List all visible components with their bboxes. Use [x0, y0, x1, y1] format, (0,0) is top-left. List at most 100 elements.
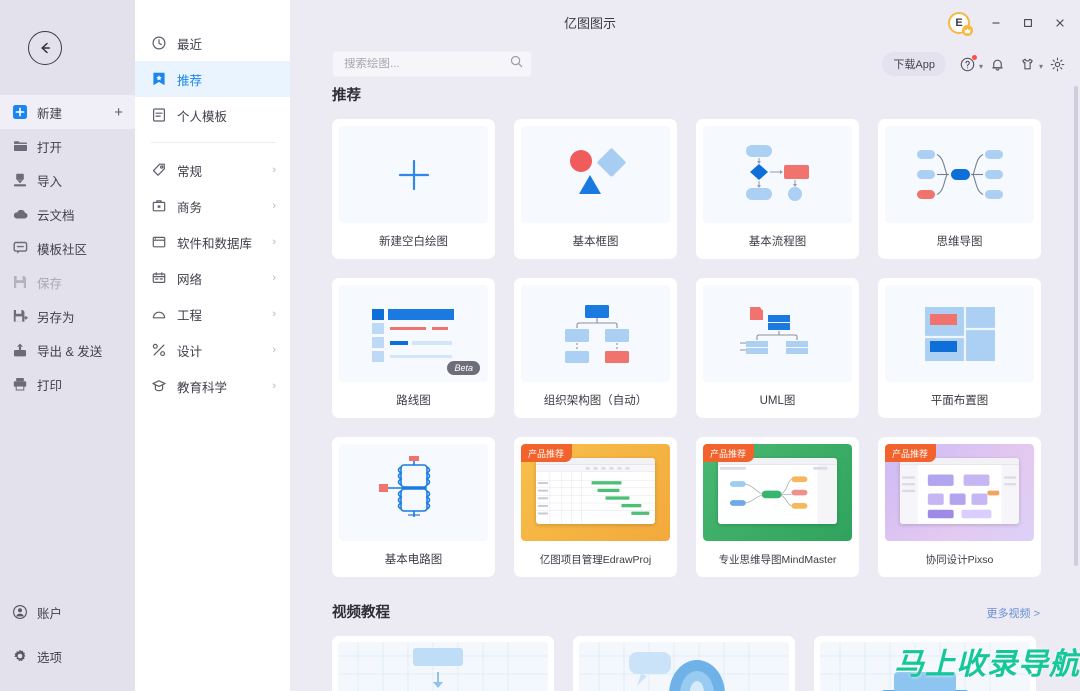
sidebar-item-options[interactable]: 选项 [0, 639, 135, 673]
vertical-scrollbar[interactable] [1074, 86, 1078, 687]
design-icon [151, 343, 166, 358]
more-videos-link[interactable]: 更多视频 > [987, 605, 1040, 621]
vip-crown-badge-icon [962, 25, 973, 36]
card-label: 路线图 [396, 395, 431, 407]
chevron-down-icon[interactable]: ▾ [1039, 62, 1043, 71]
sidebar-item-import[interactable]: 导入 [0, 163, 135, 197]
panel-item-education[interactable]: 教育科学 › [135, 368, 290, 404]
recommend-template-grid: 新建空白绘图 基本框图 基本流程图 思维导图 Beta 路线图 组织架构图（自动… [332, 119, 1041, 577]
panel-item-design[interactable]: 设计 › [135, 332, 290, 368]
sidebar-item-account[interactable]: 账户 [0, 595, 135, 629]
sidebar-item-print[interactable]: 打印 [0, 367, 135, 401]
new-add-plus-icon[interactable]: + [114, 105, 123, 120]
network-icon [151, 271, 166, 286]
card-label: 协同设计Pixso [925, 553, 994, 566]
panel-item-recommend[interactable]: 推荐 [135, 61, 290, 97]
panel-item-label: 软件和数据库 [177, 236, 253, 251]
sidebar-item-community[interactable]: 模板社区 [0, 231, 135, 265]
maximize-button[interactable] [1018, 13, 1038, 33]
video-card[interactable] [814, 636, 1036, 691]
video-card[interactable] [332, 636, 554, 691]
recommend-section-title: 推荐 [332, 88, 361, 104]
title-bar: 亿图图示 E [290, 0, 1080, 44]
promo-window-body [535, 464, 656, 524]
panel-divider [151, 142, 276, 143]
sidebar-item-export-send[interactable]: 导出 & 发送 [0, 333, 135, 367]
card-thumbnail [339, 126, 488, 223]
bell-icon[interactable] [989, 56, 1006, 73]
search-box[interactable] [332, 51, 532, 77]
download-app-button[interactable]: 下载App [882, 52, 946, 76]
sidebar-item-save-as[interactable]: 另存为 [0, 299, 135, 333]
settings-gear-icon[interactable] [1049, 56, 1066, 73]
education-icon [151, 379, 166, 394]
template-card-uml[interactable]: UML图 [696, 278, 859, 418]
template-card-flowchart[interactable]: 基本流程图 [696, 119, 859, 259]
sidebar-item-label: 新建 [37, 106, 63, 121]
minimize-button[interactable] [986, 13, 1006, 33]
template-card-orgchart[interactable]: 组织架构图（自动） [514, 278, 677, 418]
sidebar-item-label: 选项 [37, 650, 63, 665]
sidebar-item-new[interactable]: 新建 + [0, 95, 135, 129]
search-icon[interactable] [510, 55, 523, 73]
card-thumbnail [885, 285, 1034, 382]
sidebar-item-open[interactable]: 打开 [0, 129, 135, 163]
card-label: 基本框图 [572, 236, 619, 248]
template-card-basic-diagram[interactable]: 基本框图 [514, 119, 677, 259]
sidebar-item-label: 另存为 [37, 310, 75, 325]
promo-badge: 产品推荐 [521, 444, 573, 462]
print-icon [12, 376, 28, 392]
chevron-down-icon[interactable]: ▾ [979, 62, 983, 71]
chevron-right-icon: › [272, 379, 276, 392]
cloud-icon [12, 206, 28, 222]
tag-icon [151, 163, 166, 178]
window-controls: E [948, 12, 1070, 36]
template-card-mindmaster[interactable]: 产品推荐 专业思维导图MindMaster [696, 437, 859, 577]
template-card-edrawproj[interactable]: 产品推荐 亿图项目管理EdrawProj [514, 437, 677, 577]
panel-item-engineering[interactable]: 工程 › [135, 296, 290, 332]
sidebar-item-save[interactable]: 保存 [0, 265, 135, 299]
panel-item-general[interactable]: 常规 › [135, 152, 290, 188]
promo-screenshot [535, 457, 656, 524]
sidebar-item-label: 导出 & 发送 [37, 344, 103, 359]
community-icon [12, 240, 28, 256]
promo-window-body [718, 464, 838, 524]
panel-item-label: 个人模板 [177, 109, 228, 124]
back-arrow-icon[interactable] [28, 30, 62, 65]
template-card-mindmap[interactable]: 思维导图 [878, 119, 1041, 259]
panel-item-label: 推荐 [177, 73, 203, 88]
edraw-app-window: 新建 + 打开 导入 云文档 模板社区 保存 另存为 导出 & 发送 打印 账户… [0, 0, 1080, 691]
avatar[interactable]: E [948, 12, 973, 36]
card-thumbnail [703, 285, 852, 382]
card-thumbnail [703, 126, 852, 223]
chevron-right-icon: › [272, 271, 276, 284]
template-card-floorplan[interactable]: 平面布置图 [878, 278, 1041, 418]
video-card[interactable] [573, 636, 795, 691]
panel-item-personal-template[interactable]: 个人模板 [135, 97, 290, 133]
theme-shirt-icon[interactable]: ▾ [1019, 56, 1043, 73]
card-thumbnail [521, 285, 670, 382]
template-card-new-blank[interactable]: 新建空白绘图 [332, 119, 495, 259]
panel-item-business[interactable]: 商务 › [135, 188, 290, 224]
panel-item-network[interactable]: 网络 › [135, 260, 290, 296]
search-input[interactable] [344, 58, 510, 70]
scrollbar-thumb[interactable] [1074, 86, 1078, 566]
sidebar-item-cloud[interactable]: 云文档 [0, 197, 135, 231]
card-label: 新建空白绘图 [379, 236, 448, 248]
search-toolbar: 下载App ▾ ▾ [290, 44, 1080, 84]
close-button[interactable] [1050, 13, 1070, 33]
panel-item-software-db[interactable]: 软件和数据库 › [135, 224, 290, 260]
notification-dot [972, 54, 977, 60]
template-card-roadmap[interactable]: Beta 路线图 [332, 278, 495, 418]
back-button-area [0, 0, 135, 95]
panel-item-recent[interactable]: 最近 [135, 25, 290, 61]
template-card-circuit[interactable]: 基本电路图 [332, 437, 495, 577]
video-tutorial-grid [332, 636, 1040, 691]
help-icon[interactable]: ▾ [959, 54, 983, 73]
template-card-pixso[interactable]: 产品推荐 协同设计Pixso [878, 437, 1041, 577]
panel-item-label: 工程 [177, 308, 203, 323]
videos-section-header: 视频教程 更多视频 > [332, 601, 1040, 622]
card-thumbnail [885, 126, 1034, 223]
gear-icon [12, 648, 28, 664]
